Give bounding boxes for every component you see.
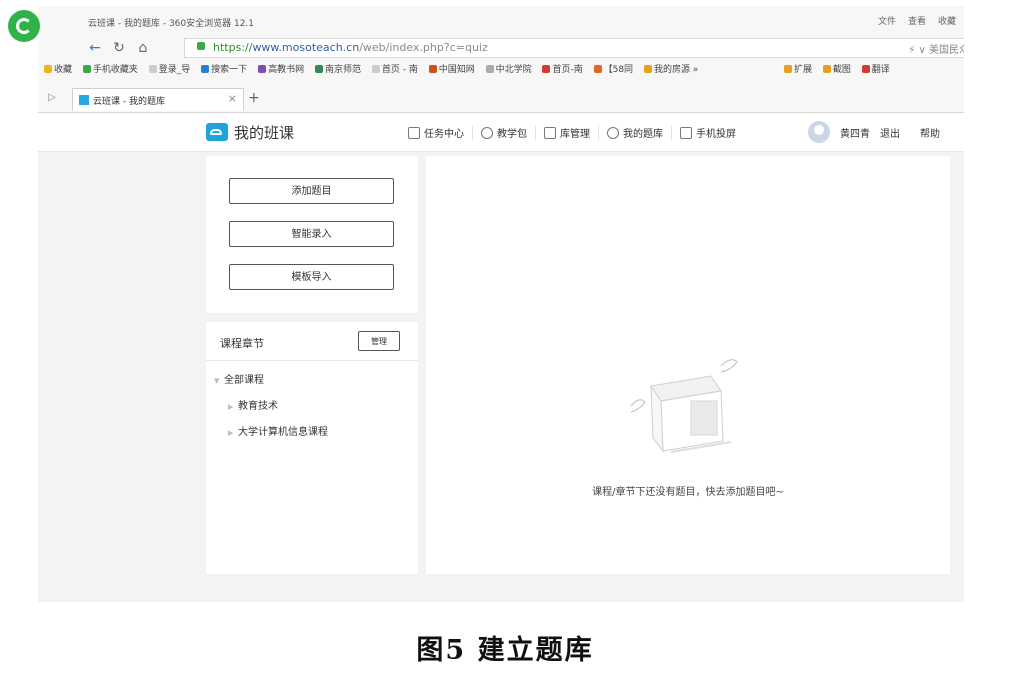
address-right: ⚡ ∨ 美国民众: [908, 45, 964, 56]
close-icon[interactable]: ×: [228, 92, 237, 105]
bookmarks-bar: 收藏 手机收藏夹 登录_导 搜索一下 高教书网 南京师范 首页 - 南 中国知网…: [44, 62, 964, 82]
bookmark-item[interactable]: 收藏: [44, 62, 72, 75]
user-area: 黄四青 退出 帮助: [808, 121, 940, 143]
refresh-icon[interactable]: ↻: [110, 39, 128, 57]
question-list-panel: 课程/章节下还没有题目，快去添加题目吧~: [426, 156, 950, 574]
nav-screen-cast[interactable]: 手机投屏: [672, 125, 744, 140]
screen-icon: [680, 126, 692, 139]
nav-my-question-bank[interactable]: 我的题库: [599, 125, 672, 140]
add-question-button[interactable]: 添加题目: [229, 178, 394, 204]
bookmark-item[interactable]: 高教书网: [258, 62, 304, 75]
bookmark-item[interactable]: 登录_导: [148, 62, 190, 75]
empty-box-icon: [630, 359, 738, 453]
menu-view[interactable]: 查看: [908, 14, 926, 27]
tree-node-root[interactable]: ▼ 全部课程: [214, 374, 328, 400]
brand-name: 我的班课: [234, 124, 295, 142]
translate-button[interactable]: 翻译: [861, 62, 890, 75]
main-nav: 任务中心 教学包 库管理 我的题库 手机投屏: [400, 125, 744, 140]
empty-message: 课程/章节下还没有题目，快去添加题目吧~: [592, 487, 784, 498]
new-tab-button[interactable]: +: [248, 90, 260, 106]
nav-task-center[interactable]: 任务中心: [400, 125, 473, 140]
bookmark-item[interactable]: 南京师范: [314, 62, 361, 75]
manage-button[interactable]: 管理: [358, 331, 400, 351]
extensions-button[interactable]: 扩展: [784, 62, 812, 75]
menu-file[interactable]: 文件: [878, 14, 896, 27]
nav-library-management[interactable]: 库管理: [536, 125, 599, 140]
site-header: 我的班课 任务中心 教学包 库管理 我的题库 手机投屏 黄四青 退出 帮助: [38, 113, 964, 152]
bookmark-item[interactable]: 我的房源 »: [643, 62, 698, 75]
window-title: 云班课 - 我的题库 - 360安全浏览器 12.1: [88, 19, 255, 29]
browser-tab[interactable]: 云班课 - 我的题库 ×: [72, 88, 244, 111]
sidebar-toggle-icon[interactable]: ▷: [48, 92, 56, 103]
action-panel: 添加题目 智能录入 模板导入: [206, 156, 418, 313]
lock-icon: [197, 42, 205, 50]
user-name[interactable]: 黄四青: [840, 125, 870, 140]
back-arrow-icon[interactable]: ←: [86, 39, 104, 57]
chapter-title: 课程章节: [220, 337, 264, 350]
bookmark-item[interactable]: 搜索一下: [201, 62, 247, 75]
logout-link[interactable]: 退出: [880, 125, 900, 140]
menu-favorites[interactable]: 收藏: [938, 14, 956, 27]
template-import-button[interactable]: 模板导入: [229, 264, 394, 290]
layers-icon: [607, 126, 619, 139]
caret-right-icon[interactable]: ▶: [228, 400, 238, 414]
bookmark-item[interactable]: 首页 - 南: [371, 62, 418, 75]
bookmark-item[interactable]: 【58同: [593, 62, 633, 75]
figure-caption: 图5 建立题库: [416, 635, 594, 666]
tab-strip: ▷ 云班课 - 我的题库 × +: [38, 86, 964, 112]
url-text: https://www.mosoteach.cn/web/index.php?c…: [213, 41, 488, 54]
chapter-tree: ▼ 全部课程 ▶ 教育技术 ▶ 大学计算机信息课程: [214, 374, 328, 452]
bookmark-item[interactable]: 首页-南: [542, 62, 583, 75]
help-link[interactable]: 帮助: [920, 125, 940, 140]
address-bar[interactable]: https://www.mosoteach.cn/web/index.php?c…: [184, 38, 964, 58]
browser-chrome: 云班课 - 我的题库 - 360安全浏览器 12.1 文件 查看 收藏 ← ↻ …: [38, 6, 964, 113]
nav-teaching-package[interactable]: 教学包: [473, 125, 536, 140]
avatar[interactable]: [808, 121, 830, 143]
screenshot-button[interactable]: 截图: [822, 62, 851, 75]
bookmark-item[interactable]: 中国知网: [428, 62, 475, 75]
task-icon: [408, 126, 420, 139]
navigation-bar: ← ↻ ⌂ https://www.mosoteach.cn/web/index…: [84, 36, 964, 60]
home-icon[interactable]: ⌂: [134, 39, 152, 57]
tree-node[interactable]: ▶ 教育技术: [214, 400, 328, 426]
bookmark-item[interactable]: 手机收藏夹: [82, 62, 138, 75]
chapter-panel: 课程章节 管理 ▼ 全部课程 ▶ 教育技术 ▶ 大学计算机信息课程: [206, 322, 418, 574]
caret-right-icon[interactable]: ▶: [228, 426, 238, 440]
caret-down-icon[interactable]: ▼: [214, 374, 224, 388]
chapter-header: 课程章节 管理: [206, 322, 418, 361]
library-icon: [544, 126, 556, 139]
bookmark-item[interactable]: 中北学院: [485, 62, 532, 75]
top-menu: 文件 查看 收藏: [878, 14, 956, 27]
title-bar: 云班课 - 我的题库 - 360安全浏览器 12.1 文件 查看 收藏: [38, 6, 964, 36]
screenshot: 云班课 - 我的题库 - 360安全浏览器 12.1 文件 查看 收藏 ← ↻ …: [38, 6, 964, 602]
cloud-logo-icon: [206, 123, 228, 141]
tab-title: 云班课 - 我的题库: [93, 97, 165, 107]
package-icon: [481, 126, 493, 139]
tab-favicon: [79, 95, 89, 105]
smart-entry-button[interactable]: 智能录入: [229, 221, 394, 247]
browser-logo-icon: [8, 10, 40, 42]
tree-node[interactable]: ▶ 大学计算机信息课程: [214, 426, 328, 452]
bookmarks-right: 扩展 截图 翻译: [784, 62, 898, 75]
